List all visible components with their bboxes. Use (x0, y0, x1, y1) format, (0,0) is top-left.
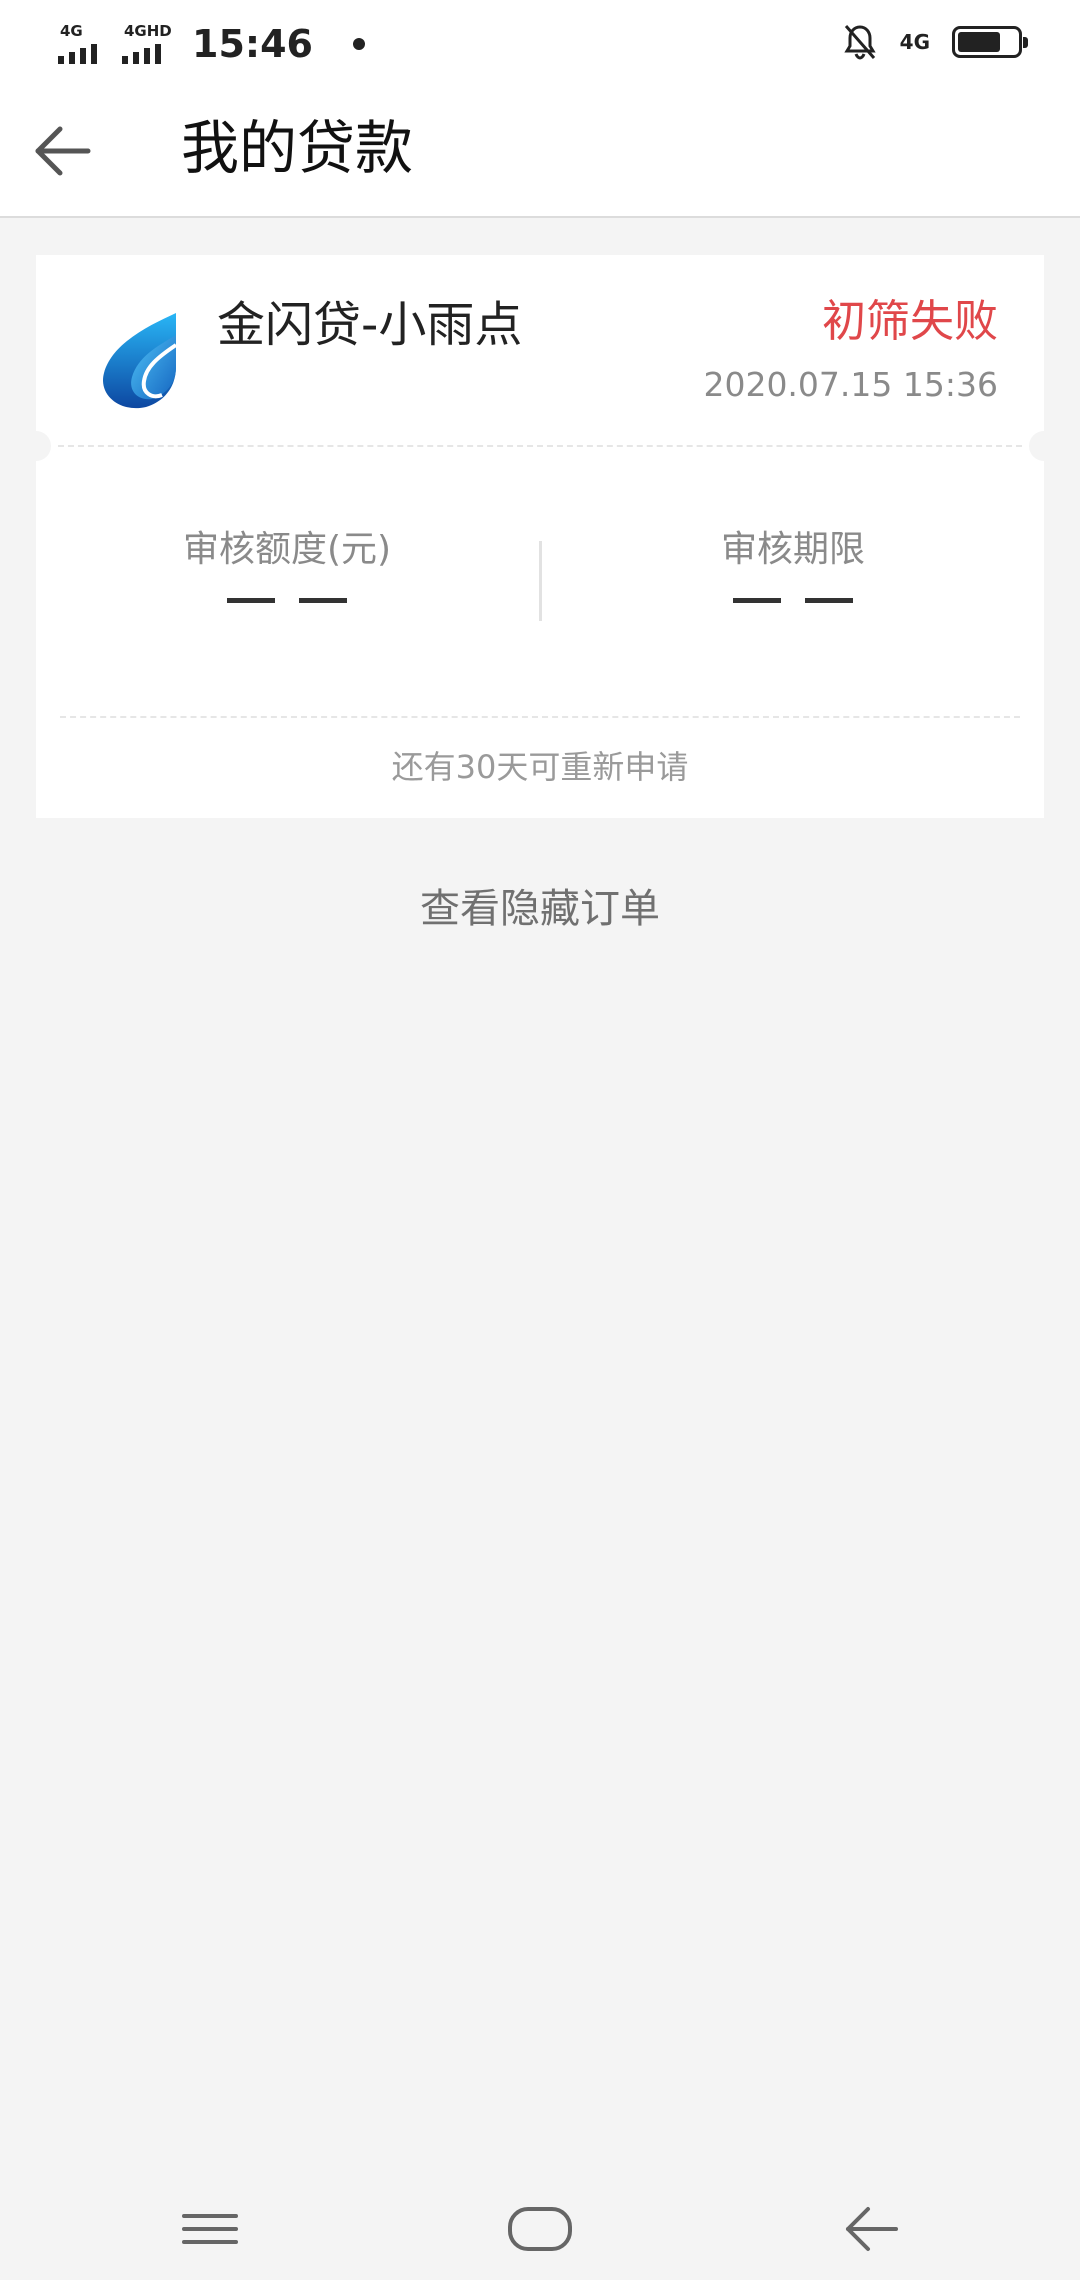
approved-amount-value (87, 598, 487, 603)
nav-home-button[interactable] (500, 2194, 580, 2264)
vertical-divider (539, 541, 542, 621)
approved-amount-section: 审核额度(元) (87, 520, 487, 603)
notification-muted-icon (844, 25, 876, 60)
app-header: 我的贷款 (0, 84, 1080, 218)
nav-menu-button[interactable] (170, 2194, 250, 2264)
ticket-notch-right (1029, 431, 1059, 461)
approved-amount-label: 审核额度(元) (182, 529, 392, 570)
approved-term-value (593, 598, 993, 603)
dashed-divider (58, 445, 1022, 447)
reapply-note: 还有30天可重新申请 (391, 748, 689, 786)
notification-dot-icon (352, 38, 365, 50)
ticket-notch-left (21, 431, 51, 461)
back-button[interactable] (28, 116, 98, 186)
system-nav-bar (0, 2180, 1080, 2280)
dashed-divider (60, 716, 1020, 718)
approved-term-label: 审核期限 (720, 529, 865, 570)
data-network-icon: 4G (899, 30, 930, 54)
back-icon (846, 2207, 898, 2251)
loan-status: 初筛失败 (822, 296, 998, 347)
page-title: 我的贷款 (181, 114, 414, 182)
status-bar: 4G 4GHD 15:46 4G (0, 0, 1080, 84)
sim2-network-label: 4GHD (124, 22, 172, 40)
menu-icon (182, 2214, 238, 2244)
home-icon (508, 2207, 572, 2251)
sim1-network-label: 4G (60, 22, 83, 40)
view-hidden-orders-link[interactable]: 查看隐藏订单 (0, 876, 1080, 934)
signal-icon: 4GHD (122, 20, 172, 68)
application-datetime: 2020.07.15 15:36 (703, 365, 998, 404)
nav-back-button[interactable] (830, 2194, 910, 2264)
product-logo-icon (90, 295, 190, 415)
back-arrow-icon (35, 126, 91, 176)
product-name: 金闪贷-小雨点 (217, 297, 523, 353)
battery-icon (952, 26, 1028, 58)
signal-icon: 4G (58, 20, 108, 68)
approved-term-section: 审核期限 (593, 520, 993, 603)
status-time: 15:46 (192, 22, 313, 66)
loan-card[interactable]: 金闪贷-小雨点 初筛失败 2020.07.15 15:36 审核额度(元) 审核… (21, 255, 1059, 818)
